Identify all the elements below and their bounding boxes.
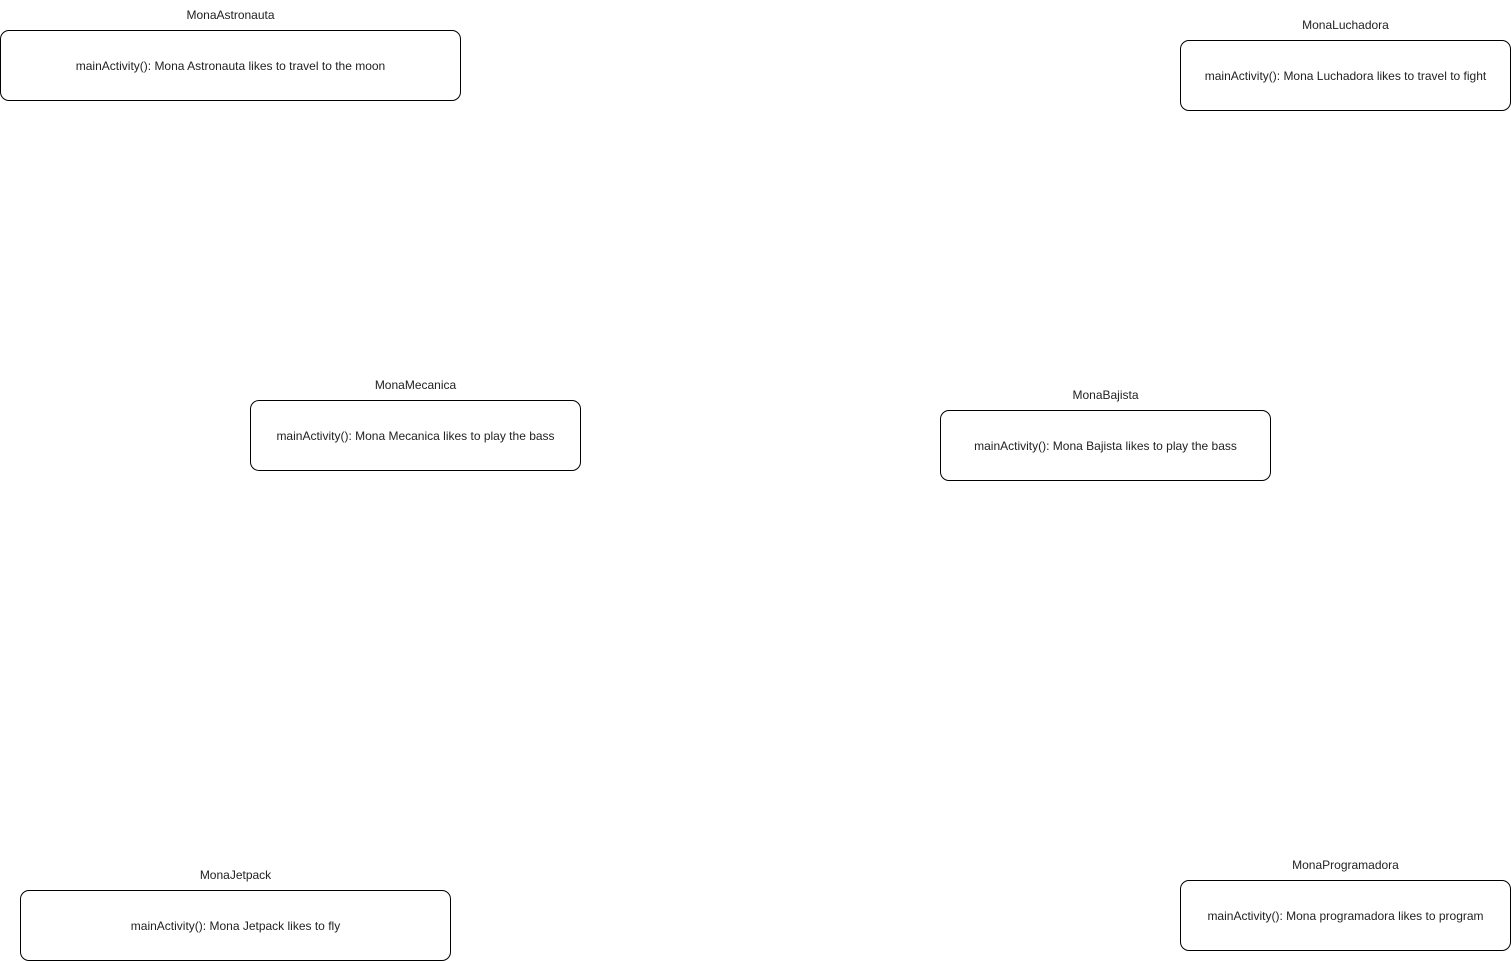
- node-box[interactable]: mainActivity(): Mona Bajista likes to pl…: [940, 410, 1271, 481]
- node-box[interactable]: mainActivity(): Mona Mecanica likes to p…: [250, 400, 581, 471]
- node-method-text: mainActivity(): Mona programadora likes …: [1207, 908, 1484, 923]
- node-title: MonaJetpack: [199, 868, 272, 882]
- node-title: MonaBajista: [1072, 388, 1139, 402]
- node-method-text: mainActivity(): Mona Astronauta likes to…: [75, 58, 386, 73]
- node-box[interactable]: mainActivity(): Mona Jetpack likes to fl…: [20, 890, 451, 961]
- node-title: MonaAstronauta: [186, 8, 275, 22]
- node-method-text: mainActivity(): Mona Luchadora likes to …: [1204, 68, 1487, 83]
- node-method-text: mainActivity(): Mona Jetpack likes to fl…: [130, 918, 341, 933]
- node-box[interactable]: mainActivity(): Mona programadora likes …: [1180, 880, 1511, 951]
- node-method-text: mainActivity(): Mona Bajista likes to pl…: [974, 438, 1237, 453]
- node-title: MonaProgramadora: [1292, 858, 1399, 872]
- node-box[interactable]: mainActivity(): Mona Luchadora likes to …: [1180, 40, 1511, 111]
- node-box[interactable]: mainActivity(): Mona Astronauta likes to…: [0, 30, 461, 101]
- node-method-text: mainActivity(): Mona Mecanica likes to p…: [276, 428, 555, 443]
- node-title: MonaMecanica: [374, 378, 457, 392]
- node-title: MonaLuchadora: [1302, 18, 1389, 32]
